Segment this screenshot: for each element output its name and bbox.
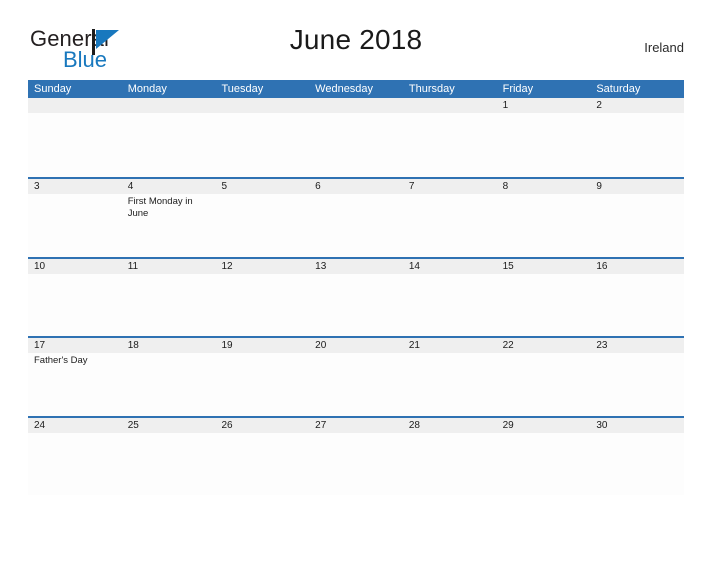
day-number: 24	[34, 419, 46, 431]
day-number: 23	[596, 340, 608, 351]
day-event: First Monday in June	[127, 196, 193, 219]
day-cell[interactable]	[122, 98, 216, 177]
day-cell[interactable]: 13	[309, 259, 403, 337]
day-cell[interactable]: 5	[215, 179, 309, 257]
day-number: 22	[502, 340, 514, 351]
day-number: 27	[315, 419, 327, 431]
weekday-header-thursday: Thursday	[408, 83, 455, 95]
day-cell[interactable]: 9	[590, 179, 684, 257]
day-number: 6	[315, 181, 321, 192]
week-row: 24 25 26 27 28 29 30	[28, 415, 684, 496]
day-number	[221, 99, 309, 113]
day-number: 5	[221, 181, 227, 192]
weekday-header-monday: Monday	[127, 83, 167, 95]
day-number: 13	[315, 260, 327, 272]
day-cell[interactable]: 21	[403, 338, 497, 416]
week-row: 17 Father's Day 18 19 20 21 22 23	[28, 336, 684, 416]
day-number: 1	[502, 100, 509, 111]
calendar-grid: Sunday Monday Tuesday Wednesday Thursday…	[28, 80, 684, 495]
day-number: 26	[221, 419, 233, 431]
day-cell[interactable]: 7	[403, 179, 497, 257]
day-cell[interactable]	[309, 98, 403, 177]
day-cell[interactable]	[403, 98, 497, 177]
page-header: General Blue June 2018 Ireland	[28, 22, 684, 74]
weekday-header-row: Sunday Monday Tuesday Wednesday Thursday…	[28, 80, 684, 98]
day-cell[interactable]: 8	[497, 179, 591, 257]
day-number: 11	[127, 260, 139, 272]
day-cell[interactable]: 11	[122, 259, 216, 337]
day-number: 21	[408, 340, 420, 351]
day-event: Father's Day	[34, 355, 88, 366]
day-cell[interactable]: 25	[122, 418, 216, 496]
day-cell[interactable]: 23	[590, 338, 684, 416]
day-number: 29	[502, 419, 514, 431]
day-number: 18	[127, 340, 139, 351]
day-number: 3	[34, 181, 40, 192]
day-cell[interactable]	[28, 98, 122, 177]
weekday-header-wednesday: Wednesday	[315, 83, 374, 95]
day-cell[interactable]: 29	[497, 418, 591, 496]
week-row: 10 11 12 13 14 15 16	[28, 256, 684, 337]
day-cell[interactable]: 14	[403, 259, 497, 337]
day-number: 9	[596, 181, 602, 192]
day-cell[interactable]: 20	[309, 338, 403, 416]
day-number	[409, 99, 497, 113]
day-number: 10	[34, 260, 46, 272]
day-number: 8	[502, 181, 509, 192]
page-title: June 2018	[289, 24, 423, 55]
day-cell[interactable]: 27	[309, 418, 403, 496]
day-cell[interactable]: 4 First Monday in June	[122, 179, 216, 257]
day-number: 2	[596, 100, 602, 111]
day-number: 28	[408, 419, 420, 431]
day-number: 19	[221, 340, 233, 351]
day-cell[interactable]: 1	[497, 98, 591, 177]
day-cell[interactable]	[215, 98, 309, 177]
week-row: 3 4 First Monday in June 5 6 7 8 9	[28, 177, 684, 257]
day-cell[interactable]: 24	[28, 418, 122, 496]
day-cell[interactable]: 26	[215, 418, 309, 496]
day-number: 17	[34, 340, 46, 351]
day-cell[interactable]: 10	[28, 259, 122, 337]
day-cell[interactable]: 28	[403, 418, 497, 496]
day-cell[interactable]: 15	[497, 259, 591, 337]
week-row: 1 2	[28, 98, 684, 177]
country-label: Ireland	[644, 40, 684, 55]
day-number: 14	[408, 260, 420, 272]
weekday-header-saturday: Saturday	[596, 83, 641, 95]
day-cell[interactable]: 22	[497, 338, 591, 416]
day-cell[interactable]: 2	[590, 98, 684, 177]
day-number: 4	[127, 181, 134, 192]
day-cell[interactable]: 3	[28, 179, 122, 257]
day-cell[interactable]: 18	[122, 338, 216, 416]
day-number: 7	[408, 181, 415, 192]
day-number: 16	[596, 260, 608, 272]
day-number: 12	[221, 260, 233, 272]
day-cell[interactable]: 17 Father's Day	[28, 338, 122, 416]
day-number	[128, 99, 216, 113]
weekday-header-friday: Friday	[502, 83, 534, 95]
day-number	[34, 99, 122, 113]
day-number	[315, 99, 403, 113]
day-number: 20	[315, 340, 327, 351]
day-number: 15	[502, 260, 514, 272]
day-number: 25	[127, 419, 139, 431]
day-cell[interactable]: 30	[590, 418, 684, 496]
day-cell[interactable]: 6	[309, 179, 403, 257]
day-cell[interactable]: 12	[215, 259, 309, 337]
weekday-header-sunday: Sunday	[34, 83, 72, 95]
day-number: 30	[596, 419, 608, 431]
day-cell[interactable]: 16	[590, 259, 684, 337]
weekday-header-tuesday: Tuesday	[221, 83, 264, 95]
day-cell[interactable]: 19	[215, 338, 309, 416]
